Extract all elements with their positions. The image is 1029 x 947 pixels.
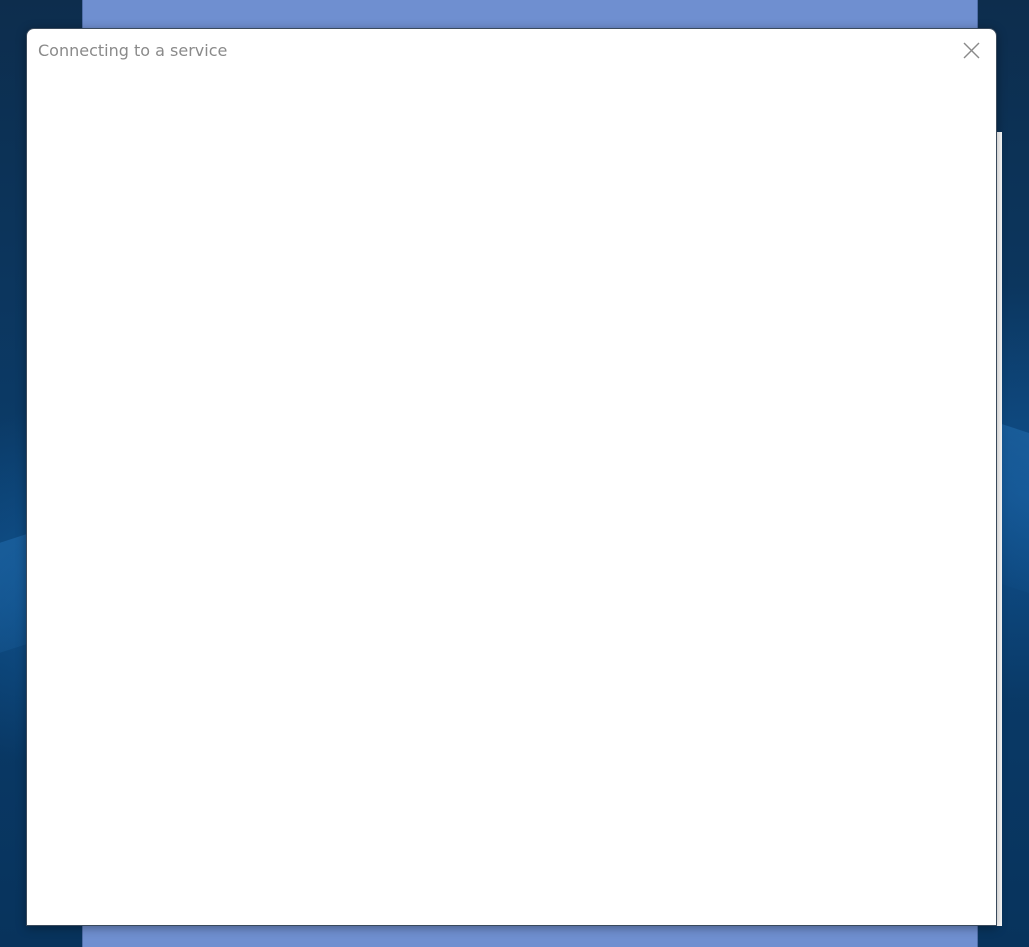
connecting-dialog: Connecting to a service [26,28,997,926]
close-icon [963,42,980,59]
dialog-title: Connecting to a service [38,41,228,60]
dialog-content-area [27,73,996,925]
close-button[interactable] [955,35,987,67]
dialog-title-bar: Connecting to a service [27,29,996,73]
